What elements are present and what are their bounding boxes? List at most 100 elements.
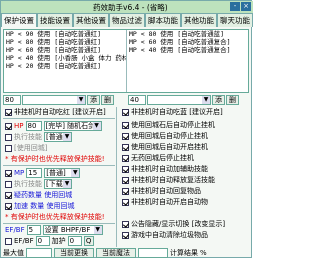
tab-script[interactable]: 脚本功能 <box>145 13 181 27</box>
mp-delete-button[interactable]: 删 <box>226 94 239 105</box>
option-item[interactable]: 公告隐藏/显示切换 [改变显示] <box>122 219 225 229</box>
mp-add-button[interactable]: 添 <box>212 94 225 105</box>
chevron-down-icon: ▼ <box>63 133 71 141</box>
exec-select-3[interactable]: [下载] ▼ <box>44 179 72 189</box>
current-magic-button[interactable]: 当前魔法 <box>96 247 136 258</box>
mp-skill-row: MP 15 [普通] ▼ <box>5 168 81 178</box>
mp-percent-input[interactable]: 15 <box>26 168 43 178</box>
checkbox[interactable] <box>122 187 129 195</box>
checkbox[interactable] <box>5 133 12 141</box>
list-item[interactable]: MP < 60 使用 [自动吃普通复合] <box>127 38 250 46</box>
hp-add-button[interactable]: 添 <box>87 94 100 105</box>
hp-delete-button[interactable]: 删 <box>101 94 114 105</box>
list-item[interactable]: HP < 40 使用 [小香肠 小盒 体力 药材] <box>4 54 126 62</box>
hp-input-row: 80 ▼ 添 删 <box>3 94 114 105</box>
mp-value-input[interactable]: 40 <box>128 94 146 105</box>
list-item[interactable]: HP < 80 使用 [自动吃普通红] <box>4 38 126 46</box>
tab-item-filter[interactable]: 物品过滤 <box>109 13 145 27</box>
execute-select[interactable]: [普通] ▼ <box>44 132 72 142</box>
list-item[interactable]: MP < 80 使用 [自动吃普通蓝] <box>127 30 250 38</box>
status-bar: 最大值 当前更换 当前魔法 计算结果 % <box>3 247 207 258</box>
option-item[interactable]: 无药回城后停止挂机 <box>122 153 194 163</box>
exec-skill-row-2: 执行技能 [下载] ▼ <box>5 179 72 189</box>
mp-item-select[interactable]: ▼ <box>147 94 211 105</box>
checkbox[interactable] <box>5 202 12 210</box>
checkbox[interactable] <box>122 154 129 162</box>
spacer-input[interactable] <box>138 247 168 258</box>
minimize-button[interactable]: - <box>230 2 240 11</box>
list-item[interactable]: HP < 60 使用 [自动吃普通红] <box>4 46 126 54</box>
protection-list: HP < 90 使用 [自动吃普通红] HP < 80 使用 [自动吃普通红] … <box>3 29 249 93</box>
chevron-down-icon: ▼ <box>71 169 80 177</box>
option-item[interactable]: 非挂机时自动加辅助技能 <box>122 164 208 174</box>
checkbox[interactable] <box>122 198 129 206</box>
list-item[interactable]: MP < 40 使用 [自动吃普通复合] <box>127 46 250 54</box>
tab-skills[interactable]: 技能设置 <box>37 13 73 27</box>
divider <box>116 107 117 247</box>
hp-save-input[interactable]: 0 <box>67 236 82 246</box>
option-item[interactable]: 游戏中自动清除垃圾物品 <box>122 230 208 240</box>
current-change-button[interactable]: 当前更换 <box>54 247 94 258</box>
checkbox[interactable] <box>122 231 129 239</box>
checkbox[interactable] <box>5 237 12 245</box>
list-item[interactable]: HP < 20 使用 [自动吃普通红] <box>4 62 126 70</box>
checkbox[interactable] <box>122 176 129 184</box>
checkbox[interactable] <box>122 220 129 228</box>
tab-chat[interactable]: 聊天功能 <box>217 13 253 27</box>
checkbox[interactable] <box>5 169 12 177</box>
checkbox[interactable] <box>122 143 129 151</box>
warning-text-2: * 有保护时也优先释放保护技能! <box>5 213 105 221</box>
option-item[interactable]: 使用回城后自动开启挂机 <box>122 142 208 152</box>
checkbox[interactable] <box>5 144 12 152</box>
checkbox[interactable] <box>122 121 129 129</box>
warning-text-1: * 有保护时也优先释放保护技能! <box>5 155 105 163</box>
hp-skill-row: HP 80 [完毕] 随机石剑 ▼ <box>5 121 102 131</box>
chevron-down-icon: ▼ <box>77 95 85 104</box>
window-controls: - × <box>230 2 251 11</box>
chevron-down-icon: ▼ <box>63 180 71 188</box>
option-item[interactable]: 使用回城石后自动停止挂机 <box>122 120 215 130</box>
option-percent-input[interactable]: 0 <box>35 236 50 246</box>
option-select[interactable]: 设置 BHPF/BF ▼ <box>42 225 103 235</box>
hp-save-button[interactable]: Q <box>83 236 94 246</box>
chevron-down-icon: ▼ <box>202 95 210 104</box>
close-button[interactable]: × <box>241 2 251 11</box>
option-item[interactable]: 非挂机时自动开启自动物 <box>122 197 208 207</box>
checkbox[interactable] <box>5 191 12 199</box>
option-item[interactable]: 非挂机时自动释放复活技能 <box>122 175 215 185</box>
divider <box>3 165 115 166</box>
chevron-down-icon: ▼ <box>93 226 102 234</box>
checkbox[interactable] <box>122 108 129 116</box>
execute-skill-row: 执行技能 [普通] ▼ <box>5 132 72 142</box>
checkbox[interactable] <box>5 180 12 188</box>
mp-skill-select[interactable]: [普通] ▼ <box>44 168 81 178</box>
tab-protection[interactable]: 保护设置 <box>1 13 37 27</box>
ef-bf-row: EF/BF 5 设置 BHPF/BF ▼ <box>5 225 103 235</box>
tab-other[interactable]: 其他设置 <box>73 13 109 27</box>
checkbox[interactable] <box>5 108 12 116</box>
title-bar: 药效助手v6.4 - (省略) - × <box>1 1 253 13</box>
hp-value-input[interactable]: 80 <box>3 94 21 105</box>
use-town-row: [使用回城] <box>5 143 47 153</box>
tab-other-functions[interactable]: 其他功能 <box>181 13 217 27</box>
option-item[interactable]: 非挂机时自动回复物品 <box>122 186 201 196</box>
chevron-down-icon: ▼ <box>92 122 101 130</box>
ef-value-input[interactable]: 5 <box>26 225 41 235</box>
option-item[interactable]: 使用回城后自动停止挂机 <box>122 131 208 141</box>
blue-row-2: 加速 数量 使用回城 <box>5 201 74 211</box>
checkbox[interactable] <box>5 122 12 130</box>
mp-input-row: 40 ▼ 添 删 <box>128 94 239 105</box>
checkbox[interactable] <box>122 165 129 173</box>
hp-list: HP < 90 使用 [自动吃普通红] HP < 80 使用 [自动吃普通红] … <box>4 30 127 92</box>
checkbox[interactable] <box>122 132 129 140</box>
hp-item-select[interactable]: ▼ <box>22 94 86 105</box>
hp-skill-select[interactable]: [完毕] 随机石剑 ▼ <box>43 121 102 131</box>
hp-percent-input[interactable]: 80 <box>25 121 42 131</box>
list-item[interactable]: HP < 90 使用 [自动吃普通红] <box>4 30 126 38</box>
tab-strip: 保护设置 技能设置 其他设置 物品过滤 脚本功能 其他功能 聊天功能 <box>1 13 253 27</box>
max-value-input[interactable] <box>26 247 52 258</box>
window-title: 药效助手v6.4 - (省略) <box>93 3 168 12</box>
auto-eat-blue-check[interactable]: 非挂机时自动吃蓝 [建议开启] <box>122 107 223 117</box>
divider <box>3 118 115 119</box>
auto-eat-red-check[interactable]: 非挂机时自动吃红 [建议开启] <box>5 107 106 117</box>
